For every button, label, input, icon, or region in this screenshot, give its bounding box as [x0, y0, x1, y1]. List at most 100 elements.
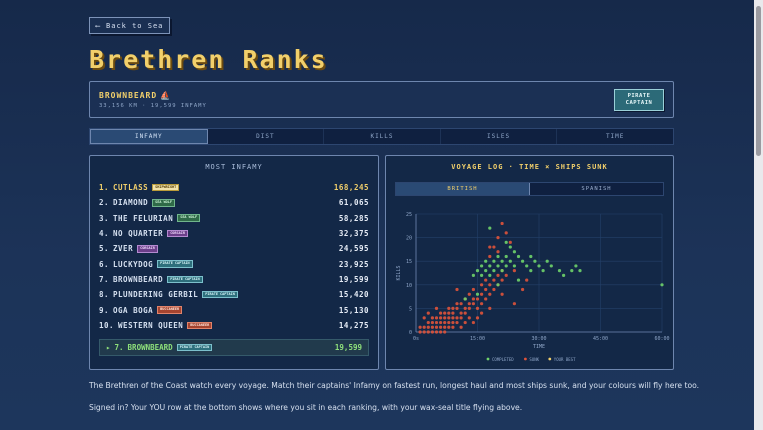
row-badge: CORSAIR — [167, 229, 188, 238]
scatter-point-sunk — [475, 297, 480, 301]
scatter-point-sunk — [488, 292, 492, 296]
scatter-point-sunk — [455, 316, 459, 320]
scatter-point-sunk — [484, 287, 488, 292]
you-badge: PIRATE CAPTAIN — [176, 343, 213, 352]
scatter-point-completed — [496, 264, 500, 268]
table-row[interactable]: 4. NO QUARTER CORSAIR 32,375 — [99, 226, 369, 241]
row-badge: PIRATE CAPTAIN — [157, 260, 193, 268]
scatter-point-completed — [504, 264, 508, 268]
scatter-point-sunk — [447, 316, 451, 320]
scatter-point-completed — [508, 259, 512, 263]
row-badge: BUCCANEER — [187, 321, 213, 330]
scatter-point-completed — [504, 254, 508, 259]
scatter-point-completed — [484, 259, 488, 263]
scatter-point-sunk — [500, 278, 504, 282]
leaderboard-title: MOST INFAMY — [205, 163, 263, 171]
page-scrollbar[interactable] — [754, 0, 763, 430]
scatter-point-completed — [512, 250, 516, 254]
scatter-point-sunk — [434, 306, 439, 310]
scatter-point-sunk — [504, 273, 508, 277]
legend-label: YOUR BEST — [554, 357, 576, 362]
table-row[interactable]: 2. DIAMOND SEA WOLF 61,065 — [99, 195, 369, 210]
scatter-point-sunk — [447, 325, 451, 329]
legend-label: COMPLETED — [492, 357, 514, 362]
scatter-point-sunk — [467, 292, 471, 296]
row-score: 58,285 — [338, 213, 369, 223]
table-row[interactable]: 1. CUTLASS SHIPWRIGHT 168,245 — [99, 180, 369, 195]
row-name-group: 8. PLUNDERING GERBIL PIRATE CAPTAIN — [99, 290, 238, 299]
table-row[interactable]: 6. LUCKYDOG PIRATE CAPTAIN 23,925 — [99, 256, 369, 271]
table-row[interactable]: 7. BROWNBEARD PIRATE CAPTAIN 19,599 — [99, 272, 369, 287]
user-name-line: BROWNBEARD ⛵ — [99, 91, 171, 100]
scatter-point-sunk — [451, 306, 455, 310]
scatter-point-sunk — [471, 287, 475, 292]
table-row[interactable]: 9. OGA BOGA BUCCANEER 15,130 — [99, 302, 369, 317]
scatter-point-sunk — [447, 311, 451, 315]
row-rank: 8. — [99, 290, 110, 300]
back-to-sea-button[interactable]: ⟵ Back to Sea — [89, 17, 170, 34]
scatter-point-sunk — [422, 325, 426, 329]
scatter-point-sunk — [430, 316, 434, 320]
scatter-point-sunk — [459, 302, 463, 306]
scatter-point-sunk — [492, 245, 496, 249]
scatter-point-sunk — [434, 325, 439, 329]
row-score: 24,595 — [338, 244, 369, 254]
scrollbar-thumb[interactable] — [756, 6, 761, 156]
y-tick-label: 5 — [409, 306, 412, 312]
tab-infamy[interactable]: INFAMY — [90, 129, 208, 144]
tab-dist[interactable]: DIST — [208, 129, 325, 144]
nation-toggle: BRITISH SPANISH — [395, 182, 664, 196]
table-row[interactable]: 8. PLUNDERING GERBIL PIRATE CAPTAIN 15,420 — [99, 287, 369, 302]
nation-spanish[interactable]: SPANISH — [530, 183, 663, 195]
scatter-point-sunk — [492, 278, 496, 282]
tab-kills[interactable]: KILLS — [324, 129, 441, 144]
table-row[interactable]: 3. THE FELURIAN SEA WOLF 58,285 — [99, 211, 369, 226]
scatter-point-sunk — [500, 292, 504, 296]
row-name-group: 4. NO QUARTER CORSAIR — [99, 229, 188, 238]
x-axis-label: TIME — [533, 344, 545, 350]
scatter-point-sunk — [451, 320, 455, 325]
scatter-point-sunk — [475, 306, 480, 310]
scatter-point-sunk — [451, 316, 455, 320]
scatter-point-completed — [557, 269, 562, 273]
tab-time[interactable]: TIME — [557, 129, 673, 144]
table-row[interactable]: 10. WESTERN QUEEN BUCCANEER 14,275 — [99, 318, 369, 333]
scatter-point-sunk — [426, 330, 430, 334]
scatter-point-completed — [492, 259, 496, 263]
scatter-point-sunk — [488, 254, 492, 259]
scatter-point-sunk — [463, 320, 467, 325]
rank-title-button[interactable]: PIRATE CAPTAIN — [614, 89, 664, 111]
scatter-point-completed — [475, 292, 480, 296]
scatter-point-sunk — [434, 330, 439, 334]
scatter-point-sunk — [430, 325, 434, 329]
scatter-point-sunk — [508, 240, 512, 244]
scatter-point-completed — [488, 264, 492, 268]
scatter-point-completed — [475, 269, 480, 273]
row-name-group: 9. OGA BOGA BUCCANEER — [99, 306, 183, 315]
row-name: PLUNDERING GERBIL — [113, 290, 199, 300]
tab-isles[interactable]: ISLES — [441, 129, 558, 144]
row-rank: 3. — [99, 213, 110, 223]
row-score: 14,275 — [338, 320, 369, 330]
scatter-point-sunk — [467, 316, 471, 320]
x-tick-label: 45:00 — [593, 336, 608, 342]
scatter-point-sunk — [418, 330, 422, 334]
scatter-point-sunk — [422, 316, 426, 320]
back-button-label: ⟵ Back to Sea — [95, 21, 164, 30]
table-row[interactable]: 5. ZVER CORSAIR 24,595 — [99, 241, 369, 256]
scatter-point-completed — [570, 269, 574, 273]
scatter-point-sunk — [471, 302, 475, 306]
nation-british[interactable]: BRITISH — [396, 183, 530, 195]
legend-marker — [486, 357, 490, 361]
scatter-point-sunk — [504, 231, 508, 235]
row-rank: 6. — [99, 259, 110, 269]
intro-paragraph: The Brethren of the Coast watch every vo… — [89, 381, 700, 390]
x-tick-label: 60:00 — [654, 336, 669, 342]
scatter-point-sunk — [447, 320, 451, 325]
scatter-point-completed — [471, 273, 475, 277]
you-row-name-group: ▸ 7. BROWNBEARD PIRATE CAPTAIN — [106, 343, 213, 352]
scatter-point-sunk — [480, 292, 484, 296]
x-tick-label: 15:00 — [470, 336, 485, 342]
y-tick-label: 0 — [409, 330, 412, 336]
row-name-group: 3. THE FELURIAN SEA WOLF — [99, 213, 201, 223]
